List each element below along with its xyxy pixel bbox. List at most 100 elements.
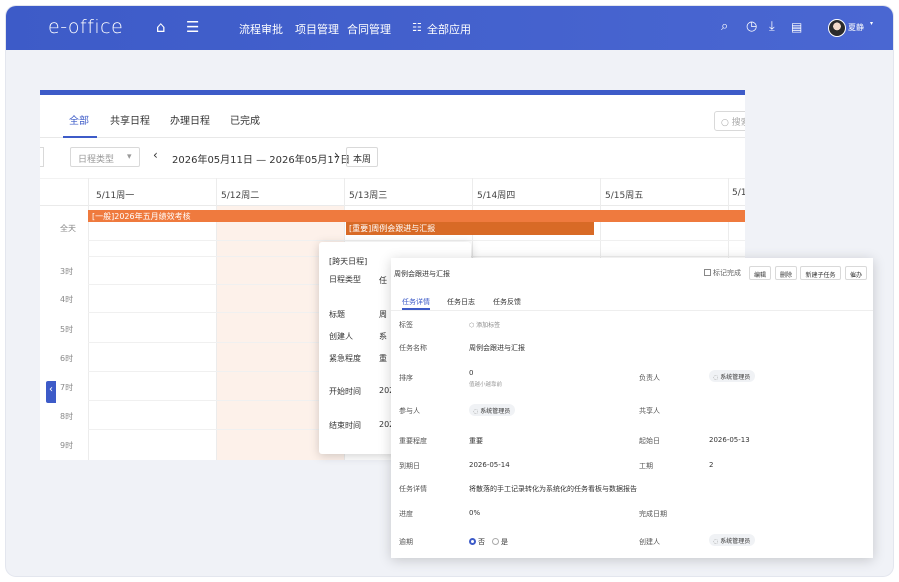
field-label: 到期日 [399,462,420,470]
tab-task-detail[interactable]: 任务详情 [402,297,430,307]
duration-value[interactable]: 2 [709,461,713,469]
creator-chip[interactable]: ◌ 系统管理员 [709,534,756,546]
date-range: 2026年05月11日 — 2026年05月17日 [172,155,351,166]
task-name-value[interactable]: 周例会跟进与汇报 [469,343,525,353]
field-label: 进度 [399,510,413,518]
tab-handling-schedule[interactable]: 办理日程 [170,112,210,127]
tab-task-log[interactable]: 任务日志 [447,297,475,307]
calendar-tabs: 全部 共享日程 办理日程 已完成 [40,102,745,138]
popover-label: 紧急程度 [329,354,361,363]
search-icon[interactable]: ⌕ [721,18,728,36]
hour-label: 7时 [60,383,74,392]
sort-value[interactable]: 0 [469,369,473,377]
field-label: 起始日 [639,437,660,445]
calendar-event[interactable]: [重要]周例会跟进与汇报 [346,222,594,235]
task-detail-panel: 周例会跟进与汇报 标记完成 编辑 删除 新建子任务 催办 任务详情 任务日志 任… [391,258,873,558]
search-icon: ○ [721,118,732,128]
chevron-down-icon[interactable]: ▾ [870,20,873,27]
caret-down-icon: ▾ [127,152,132,162]
popover-value: 系 [379,332,387,341]
collapse-arrow-icon[interactable]: ‹ [46,381,56,403]
add-tag-label: 添加标签 [476,322,501,329]
popover-label: 结束时间 [329,421,361,430]
search-input[interactable]: ○ 搜索 [714,111,745,131]
field-label: 参与人 [399,407,420,415]
brand-logo[interactable]: e-office [48,16,123,38]
menu-process-approval[interactable]: 流程审批 [239,21,283,37]
day-header: 5/13周三 [349,191,388,201]
hour-label: 3时 [60,267,74,276]
home-icon[interactable]: ⌂ [156,18,166,36]
field-label: 任务名称 [399,344,427,352]
creator-name: 系统管理员 [720,538,751,545]
select-value: 日程类型 [78,155,115,165]
hour-label: 8时 [60,412,74,421]
top-navigation-bar: e-office ⌂ ☰ 流程审批 项目管理 合同管理 ☷ 全部应用 ⌕ ◷ ⤓… [6,6,893,50]
allday-label: 全天 [60,224,76,233]
delete-button[interactable]: 删除 [775,266,797,280]
day-header-row: 5/11周一 5/12周二 5/13周三 5/14周四 5/15周五 5/16 [40,178,745,206]
document-icon[interactable]: ▤ [791,18,802,36]
hour-label: 6时 [60,354,74,363]
mark-complete-label: 标记完成 [713,269,741,277]
user-name[interactable]: 夏静 [848,22,864,33]
tab-shared-schedule[interactable]: 共享日程 [110,112,150,127]
importance-value[interactable]: 重要 [469,436,483,446]
menu-project-management[interactable]: 项目管理 [295,21,339,37]
edit-button[interactable]: 编辑 [749,266,771,280]
next-week-button[interactable]: › [334,148,339,162]
task-description[interactable]: 将散落的手工记录转化为系统化的任务看板与数据报告 [469,484,637,494]
avatar[interactable] [828,19,846,37]
prev-week-button[interactable]: ‹ [153,148,158,162]
popover-value: 任 [379,276,387,285]
due-date-value[interactable]: 2026-05-14 [469,461,510,469]
popover-value: 重 [379,354,387,363]
left-control[interactable] [40,147,44,167]
popover-title: [跨天日程] [329,257,368,266]
clock-icon[interactable]: ◷ [746,18,757,36]
sort-hint: 值越小越靠前 [469,382,503,388]
hour-label: 4时 [60,295,74,304]
hour-label: 9时 [60,441,74,450]
menu-all-apps[interactable]: 全部应用 [427,21,471,37]
tab-completed[interactable]: 已完成 [230,112,260,127]
tab-task-feedback[interactable]: 任务反馈 [493,297,521,307]
overdue-yes-radio[interactable]: 是 [492,537,508,547]
user-icon: ◌ [473,408,479,415]
start-date-value[interactable]: 2026-05-13 [709,436,750,444]
radio-dot [469,538,476,545]
field-label: 工期 [639,462,653,470]
field-label: 创建人 [639,538,660,546]
calendar-event[interactable]: [一般]2026年五月绩效考核 [88,210,745,222]
field-label: 共享人 [639,407,660,415]
owner-chip[interactable]: ◌ 系统管理员 [709,370,756,382]
urge-button[interactable]: 催办 [845,266,867,280]
add-tag-link[interactable]: ⬡ 添加标签 [469,320,500,329]
progress-value[interactable]: 0% [469,509,480,517]
day-header: 5/12周二 [221,191,260,201]
download-icon[interactable]: ⤓ [769,18,775,36]
popover-label: 日程类型 [329,275,361,284]
new-subtask-button[interactable]: 新建子任务 [800,266,841,280]
day-header: 5/11周一 [96,191,135,201]
checkbox-box [704,269,711,276]
radio-dot [492,538,499,545]
grid-icon[interactable]: ☷ [412,21,422,34]
hour-label: 5时 [60,325,74,334]
field-label: 逾期 [399,538,413,546]
radio-label: 是 [501,538,508,546]
schedule-type-select[interactable]: 日程类型 ▾ [70,147,140,167]
hamburger-icon[interactable]: ☰ [186,18,199,36]
popover-value: 周 [379,310,387,319]
menu-contract-management[interactable]: 合同管理 [347,21,391,37]
day-header: 5/14周四 [477,191,516,201]
tab-all[interactable]: 全部 [69,112,89,127]
hour-line [88,240,745,241]
task-title: 周例会跟进与汇报 [394,270,450,278]
participant-chip[interactable]: ◌ 系统管理员 [469,404,516,416]
this-week-button[interactable]: 本周 [346,147,378,167]
overdue-no-radio[interactable]: 否 [469,537,485,547]
mark-complete-checkbox[interactable]: 标记完成 [704,268,741,278]
field-label: 负责人 [639,374,660,382]
popover-label: 创建人 [329,332,353,341]
